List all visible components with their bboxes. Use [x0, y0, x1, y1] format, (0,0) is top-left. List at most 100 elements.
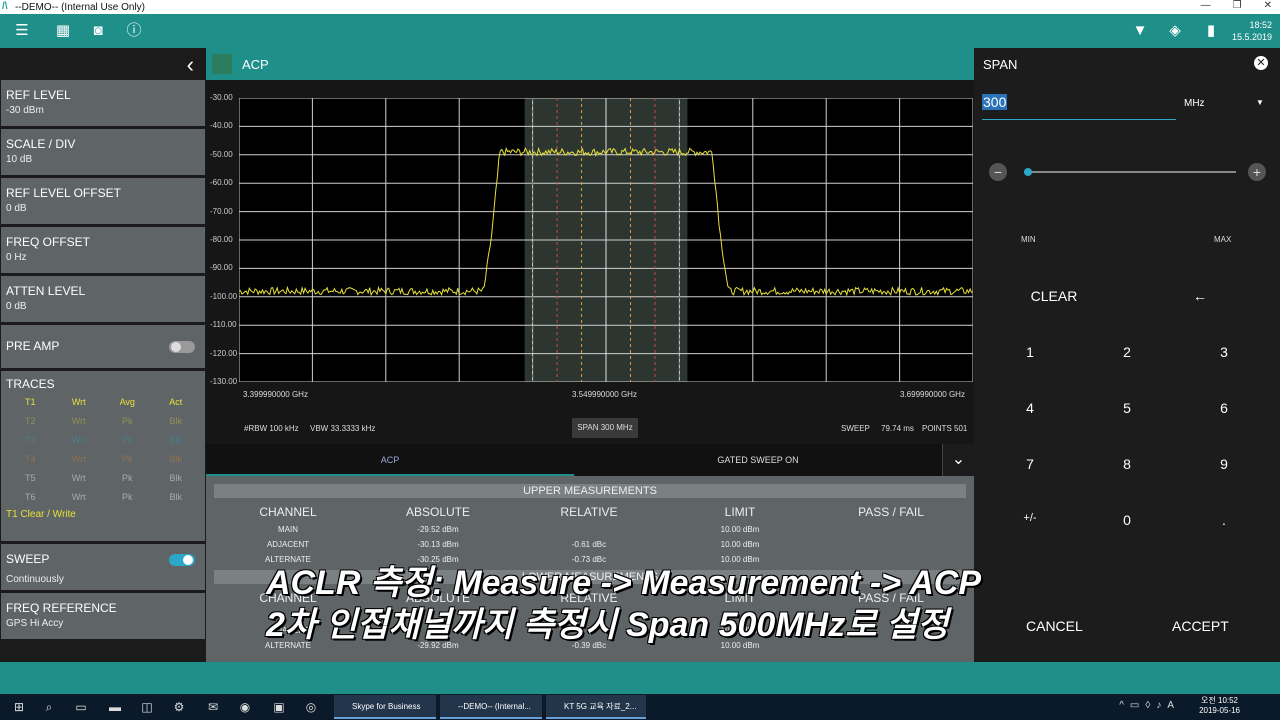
span-slider[interactable] — [1024, 168, 1236, 176]
files-icon[interactable]: ▣ — [270, 698, 288, 716]
ref-level-item[interactable]: REF LEVEL -30 dBm — [1, 80, 205, 126]
item-value: 0 dB — [6, 203, 27, 214]
chevron-down-icon[interactable]: ⌄ — [942, 444, 974, 476]
file-explorer-icon[interactable]: ▬ — [106, 698, 124, 716]
dropdown-arrow-icon[interactable]: ▼ — [1256, 98, 1264, 107]
app-logo-icon: /\ — [2, 1, 8, 12]
trace-cell[interactable]: Blk — [152, 454, 201, 464]
y-tick-label: -60.00 — [210, 178, 233, 188]
backspace-icon[interactable]: ← — [1170, 288, 1230, 304]
minimize-icon[interactable]: — — [1201, 0, 1211, 11]
scale-div-item[interactable]: SCALE / DIV 10 dB — [1, 129, 205, 175]
trace-cell[interactable]: Pk — [103, 492, 152, 502]
keypad-key[interactable]: 9 — [1194, 456, 1254, 472]
close-window-icon[interactable]: ✕ — [1264, 0, 1272, 11]
clear-button[interactable]: CLEAR — [1024, 288, 1084, 304]
item-value: GPS Hi Accy — [6, 618, 64, 629]
trace-cell[interactable]: Pk — [103, 416, 152, 426]
info-icon[interactable]: ⓘ — [125, 22, 143, 40]
x-center-label: 3.549990000 GHz — [572, 390, 637, 399]
traces-section: TRACES T1 Wrt Avg Act T2 Wrt Pk Blk T3 Wrt Pk Blk T4… — [1, 371, 205, 541]
keypad-key[interactable]: 3 — [1194, 344, 1254, 360]
keypad-key[interactable]: 2 — [1097, 344, 1157, 360]
spectrum-plot[interactable] — [239, 98, 973, 382]
keypad-key[interactable]: 4 — [1000, 400, 1060, 416]
apps-grid-icon[interactable]: ▦ — [54, 22, 72, 40]
restore-icon[interactable]: ❐ — [1233, 0, 1242, 11]
sweep-item[interactable]: SWEEP Continuously — [1, 544, 205, 590]
min-button[interactable]: MIN — [1021, 235, 1036, 244]
keypad-key[interactable]: 0 — [1097, 512, 1157, 528]
freq-offset-item[interactable]: FREQ OFFSET 0 Hz — [1, 227, 205, 273]
keypad-key[interactable]: 6 — [1194, 400, 1254, 416]
keypad-key[interactable]: 5 — [1097, 400, 1157, 416]
trace-cell[interactable]: Wrt — [55, 492, 104, 502]
sweep-toggle[interactable] — [169, 554, 195, 566]
close-icon[interactable]: ✕ — [1254, 56, 1268, 70]
trace-cell[interactable]: T3 — [6, 435, 55, 445]
ref-level-offset-item[interactable]: REF LEVEL OFFSET 0 dB — [1, 178, 205, 224]
cancel-button[interactable]: CANCEL — [1026, 618, 1083, 634]
trace-cell[interactable]: Blk — [152, 435, 201, 445]
collapse-chevron-icon[interactable]: ‹ — [187, 52, 194, 78]
trace-cell[interactable]: T6 — [6, 492, 55, 502]
tab-acp[interactable]: ACP — [206, 444, 574, 476]
keypad-key[interactable]: 7 — [1000, 456, 1060, 472]
pre-amp-toggle[interactable] — [169, 341, 195, 353]
app-icon[interactable]: ◉ — [236, 698, 254, 716]
system-tray-icons[interactable]: ^▭◊♪A — [1119, 700, 1180, 711]
increment-button[interactable]: + — [1248, 163, 1266, 181]
slider-knob[interactable] — [1024, 168, 1032, 176]
trace-cell[interactable]: T5 — [6, 473, 55, 483]
pre-amp-item[interactable]: PRE AMP — [1, 325, 205, 368]
max-button[interactable]: MAX — [1214, 235, 1231, 244]
menu-icon[interactable]: ☰ — [13, 22, 31, 40]
column-header: PASS / FAIL — [858, 505, 924, 519]
trace-cell[interactable]: Wrt — [55, 454, 104, 464]
traces-grid[interactable]: T1 Wrt Avg Act T2 Wrt Pk Blk T3 Wrt Pk Blk T4 Wrt Pk Bl… — [6, 397, 200, 502]
keypad-key[interactable]: 8 — [1097, 456, 1157, 472]
trace-cell[interactable]: Blk — [152, 492, 201, 502]
decrement-button[interactable]: − — [989, 163, 1007, 181]
camera-icon[interactable]: ◙ — [89, 22, 107, 40]
measurement-section-header: UPPER MEASUREMENTS — [214, 484, 966, 498]
trace-cell[interactable]: Wrt — [55, 416, 104, 426]
trace-cell[interactable]: Wrt — [55, 435, 104, 445]
trace-cell[interactable]: Pk — [103, 473, 152, 483]
atten-level-item[interactable]: ATTEN LEVEL 0 dB — [1, 276, 205, 322]
freq-reference-item[interactable]: FREQ REFERENCE GPS Hi Accy — [1, 593, 205, 639]
keypad-key[interactable]: . — [1194, 512, 1254, 528]
mail-icon[interactable]: ✉ — [204, 698, 222, 716]
accept-button[interactable]: ACCEPT — [1172, 618, 1229, 634]
trace-cell[interactable]: T2 — [6, 416, 55, 426]
sweep-time-label[interactable]: 79.74 ms — [881, 424, 914, 433]
trace-cell[interactable]: Pk — [103, 435, 152, 445]
settings-icon[interactable]: ⚙ — [170, 698, 188, 716]
app-toolbar: ☰ ▦ ◙ ⓘ ▼ ◈ ▮ 18:52 15.5.2019 — [0, 14, 1280, 48]
task-view-icon[interactable]: ▭ — [72, 698, 90, 716]
trace-cell[interactable]: T4 — [6, 454, 55, 464]
store-icon[interactable]: ◫ — [138, 698, 156, 716]
points-label[interactable]: POINTS 501 — [922, 424, 967, 433]
span-button[interactable]: SPAN 300 MHz — [572, 418, 638, 438]
rbw-label[interactable]: #RBW 100 kHz — [244, 424, 299, 433]
unit-select[interactable]: MHz — [1184, 98, 1205, 109]
taskbar-clock[interactable]: 오전 10:52 2019-05-16 — [1199, 696, 1240, 716]
vbw-label[interactable]: VBW 33.3333 kHz — [310, 424, 375, 433]
tab-gated-sweep[interactable]: GATED SWEEP ON — [574, 444, 942, 476]
span-value-text: 300 — [982, 94, 1008, 110]
keypad-key[interactable]: 1 — [1000, 344, 1060, 360]
trace-cell[interactable]: Wrt — [55, 473, 104, 483]
search-icon[interactable]: ⌕ — [40, 698, 58, 716]
trace-cell[interactable]: Blk — [152, 416, 201, 426]
span-value-input[interactable]: 300 — [982, 94, 1176, 120]
taskbar-app-powerpoint[interactable]: KT 5G 교육 자료_2... — [546, 695, 646, 719]
taskbar-app-skype[interactable]: Skype for Business — [334, 695, 436, 719]
chrome-icon[interactable]: ◎ — [302, 698, 320, 716]
trace-cell[interactable]: Blk — [152, 473, 201, 483]
y-tick-label: -80.00 — [210, 235, 233, 244]
trace-cell[interactable]: Pk — [103, 454, 152, 464]
keypad-key[interactable]: +/- — [1000, 512, 1060, 524]
taskbar-app-demo[interactable]: --DEMO-- (Internal... — [440, 695, 542, 719]
start-icon[interactable]: ⊞ — [10, 698, 28, 716]
